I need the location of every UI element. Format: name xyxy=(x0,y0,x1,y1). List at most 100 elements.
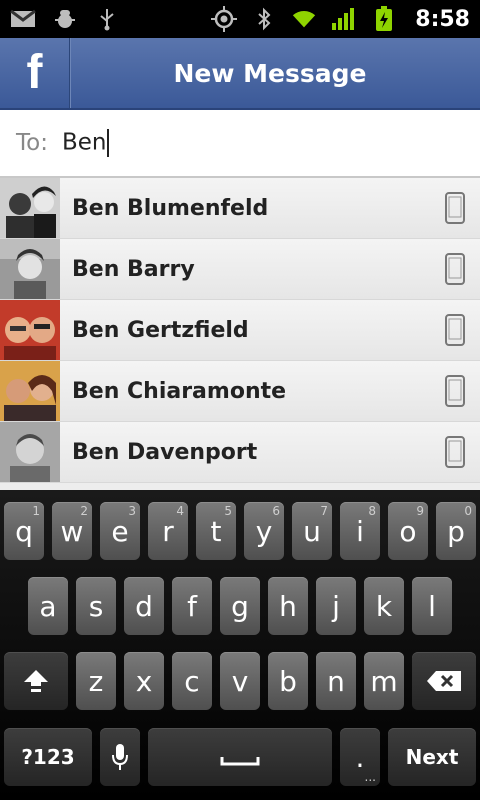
shift-key[interactable] xyxy=(4,652,68,710)
key-r[interactable]: r4 xyxy=(148,502,188,560)
key-hint: 0 xyxy=(464,504,472,518)
key-a[interactable]: a xyxy=(28,577,68,635)
usb-icon xyxy=(94,6,120,32)
soft-keyboard: q1 w2 e3 r4 t5 y6 u7 i8 o9 p0 a s d f g … xyxy=(0,490,480,800)
key-hint: 4 xyxy=(176,504,184,518)
key-f[interactable]: f xyxy=(172,577,212,635)
key-y[interactable]: y6 xyxy=(244,502,284,560)
recipient-input-text: Ben xyxy=(61,129,107,156)
contact-suggestion[interactable]: Ben Chiaramonte xyxy=(0,361,480,422)
key-j[interactable]: j xyxy=(316,577,356,635)
signal-icon xyxy=(331,6,357,32)
facebook-logo[interactable]: f xyxy=(0,38,70,108)
symbols-key[interactable]: ?123 xyxy=(4,728,92,786)
key-s[interactable]: s xyxy=(76,577,116,635)
key-h[interactable]: h xyxy=(268,577,308,635)
key-m[interactable]: m xyxy=(364,652,404,710)
key-v[interactable]: v xyxy=(220,652,260,710)
mobile-phone-icon xyxy=(430,253,480,285)
avatar xyxy=(0,300,60,360)
contact-suggestion[interactable]: Ben Gertzfield xyxy=(0,300,480,361)
key-label: u xyxy=(303,514,321,548)
shift-icon xyxy=(24,670,48,692)
avatar xyxy=(0,361,60,421)
contact-name: Ben Barry xyxy=(72,256,195,282)
title-bar: f New Message xyxy=(0,38,480,110)
microphone-icon xyxy=(112,744,128,770)
backspace-icon xyxy=(427,671,461,691)
key-hint: 1 xyxy=(32,504,40,518)
key-hint: 7 xyxy=(320,504,328,518)
backspace-key[interactable] xyxy=(412,652,476,710)
to-label: To: xyxy=(16,130,48,156)
contact-name: Ben Davenport xyxy=(72,439,258,465)
avatar xyxy=(0,178,60,238)
period-key[interactable]: .... xyxy=(340,728,380,786)
gmail-icon xyxy=(10,6,36,32)
key-hint: 3 xyxy=(128,504,136,518)
key-hint: 2 xyxy=(80,504,88,518)
contact-name: Ben Gertzfield xyxy=(72,317,249,343)
key-label: r xyxy=(162,514,174,548)
key-i[interactable]: i8 xyxy=(340,502,380,560)
spacebar-icon xyxy=(220,757,260,766)
mobile-phone-icon xyxy=(430,314,480,346)
contact-suggestions: Ben Blumenfeld Ben Barry Ben Gertzfield … xyxy=(0,178,480,490)
key-e[interactable]: e3 xyxy=(100,502,140,560)
contact-name: Ben Blumenfeld xyxy=(72,195,269,221)
key-label: e xyxy=(111,514,129,548)
voice-input-key[interactable] xyxy=(100,728,140,786)
text-cursor xyxy=(107,129,110,157)
contact-suggestion[interactable]: Ben Barry xyxy=(0,239,480,300)
bluetooth-icon xyxy=(251,6,277,32)
key-u[interactable]: u7 xyxy=(292,502,332,560)
status-bar: 8:58 xyxy=(0,0,480,38)
key-n[interactable]: n xyxy=(316,652,356,710)
key-x[interactable]: x xyxy=(124,652,164,710)
key-g[interactable]: g xyxy=(220,577,260,635)
app-screen: 8:58 f New Message To: Ben Ben Blumenfel… xyxy=(0,0,480,800)
recipient-row: To: Ben xyxy=(0,110,480,178)
page-title: New Message xyxy=(173,58,367,88)
key-o[interactable]: o9 xyxy=(388,502,428,560)
key-p[interactable]: p0 xyxy=(436,502,476,560)
avatar xyxy=(0,239,60,299)
mobile-phone-icon xyxy=(430,436,480,468)
key-label: y xyxy=(255,514,273,548)
key-label: q xyxy=(15,514,33,548)
key-label: i xyxy=(356,514,364,548)
gps-icon xyxy=(211,6,238,32)
contact-name: Ben Chiaramonte xyxy=(72,378,287,404)
key-label: . xyxy=(355,740,365,774)
key-label: o xyxy=(399,514,417,548)
key-hint: ... xyxy=(364,770,376,784)
key-hint: 9 xyxy=(416,504,424,518)
space-key[interactable] xyxy=(148,728,332,786)
key-k[interactable]: k xyxy=(364,577,404,635)
key-z[interactable]: z xyxy=(76,652,116,710)
debug-icon xyxy=(52,6,78,32)
key-hint: 5 xyxy=(224,504,232,518)
key-l[interactable]: l xyxy=(412,577,452,635)
key-hint: 8 xyxy=(368,504,376,518)
key-label: p xyxy=(447,514,465,548)
key-b[interactable]: b xyxy=(268,652,308,710)
mobile-phone-icon xyxy=(430,375,480,407)
next-key[interactable]: Next xyxy=(388,728,476,786)
battery-charging-icon xyxy=(371,6,397,32)
key-w[interactable]: w2 xyxy=(52,502,92,560)
contact-suggestion[interactable]: Ben Davenport xyxy=(0,422,480,483)
key-label: t xyxy=(210,514,222,548)
key-c[interactable]: c xyxy=(172,652,212,710)
key-d[interactable]: d xyxy=(124,577,164,635)
mobile-phone-icon xyxy=(430,192,480,224)
key-t[interactable]: t5 xyxy=(196,502,236,560)
recipient-input[interactable]: Ben xyxy=(62,129,110,157)
facebook-logo-icon: f xyxy=(26,46,43,99)
clock: 8:58 xyxy=(415,6,470,32)
contact-suggestion[interactable]: Ben Blumenfeld xyxy=(0,178,480,239)
key-q[interactable]: q1 xyxy=(4,502,44,560)
key-hint: 6 xyxy=(272,504,280,518)
wifi-icon xyxy=(291,6,317,32)
key-label: w xyxy=(60,514,84,548)
